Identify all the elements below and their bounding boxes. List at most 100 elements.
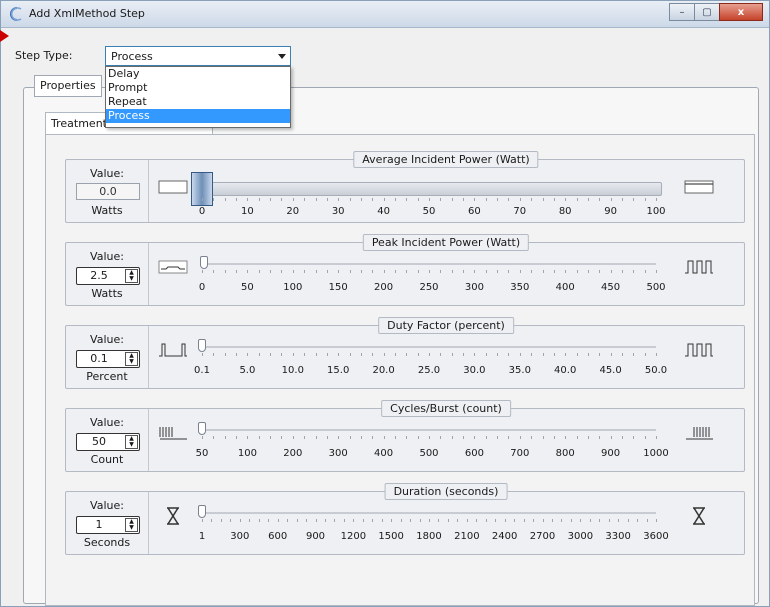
tick-mark	[429, 198, 430, 201]
tab-properties[interactable]: Properties	[34, 75, 102, 97]
spinner-arrows-icon[interactable]: ▲ ▼	[125, 518, 138, 532]
value-readonly-field: 0.0	[76, 183, 140, 200]
tick-mark	[565, 436, 567, 439]
slider-track[interactable]	[202, 512, 656, 514]
option-process[interactable]: Process	[106, 109, 290, 123]
tick-label: 500	[646, 282, 666, 293]
slider-track[interactable]	[198, 182, 662, 196]
value-spinner[interactable]: 2.5 ▲ ▼	[76, 267, 140, 285]
tick-label: 1	[198, 531, 206, 542]
tick-mark	[553, 353, 555, 356]
tick-label: 100	[646, 206, 666, 217]
value-text: 50	[92, 435, 106, 448]
tick-mark	[618, 519, 620, 522]
step-type-label: Step Type:	[15, 49, 73, 62]
tick-mark	[372, 270, 374, 273]
tick-label: 300	[464, 282, 484, 293]
spinner-arrows-icon[interactable]: ▲ ▼	[125, 269, 138, 283]
tick-mark	[292, 198, 294, 201]
tick-mark	[230, 519, 232, 522]
tick-mark	[485, 198, 487, 201]
tick-label: 30	[331, 206, 345, 217]
spinner-arrows-icon[interactable]: ▲ ▼	[125, 352, 138, 366]
tick-mark	[213, 353, 215, 356]
tick-mark	[440, 353, 442, 356]
tick-label: 0	[198, 282, 206, 293]
tick-mark	[372, 436, 374, 439]
spinner-arrows-icon[interactable]: ▲ ▼	[125, 435, 138, 449]
tick-mark	[258, 270, 260, 273]
tick-mark	[372, 519, 374, 522]
tick-mark	[542, 436, 544, 439]
tick-mark	[249, 519, 251, 522]
tick-mark	[372, 353, 374, 356]
tick-mark	[485, 519, 487, 522]
close-button[interactable]: x	[719, 3, 763, 21]
option-delay[interactable]: Delay	[106, 67, 290, 81]
maximize-button[interactable]: ▢	[694, 3, 720, 21]
tick-mark	[497, 436, 499, 439]
tick-mark	[236, 436, 238, 439]
tick-mark	[485, 270, 487, 273]
tick-mark	[324, 519, 326, 522]
tick-mark	[608, 519, 610, 522]
tick-label: 100	[237, 448, 257, 459]
slider-thumb[interactable]	[198, 339, 206, 352]
slider-thumb[interactable]	[198, 505, 206, 518]
value-spinner[interactable]: 1 ▲ ▼	[76, 516, 140, 534]
tick-mark	[429, 436, 430, 439]
step-type-select[interactable]: Process	[105, 46, 291, 66]
value-spinner[interactable]: 0.1 ▲ ▼	[76, 350, 140, 368]
value-box: Value: 0.0 Watts	[66, 160, 149, 222]
panel-title: Duration (seconds)	[384, 483, 508, 500]
tick-mark	[247, 436, 249, 439]
slider-track[interactable]	[202, 429, 656, 431]
tick-mark	[410, 519, 412, 522]
tick-mark	[258, 519, 260, 522]
tick-mark	[497, 198, 499, 201]
panel-title: Average Incident Power (Watt)	[353, 151, 539, 168]
option-repeat[interactable]: Repeat	[106, 95, 290, 109]
slider-ticks	[202, 353, 657, 356]
tick-mark	[383, 353, 385, 356]
tick-mark	[202, 353, 203, 356]
tick-mark	[220, 519, 222, 522]
slider-track[interactable]	[202, 263, 656, 265]
tick-mark	[281, 436, 283, 439]
title-bar[interactable]: Add XmlMethod Step – ▢ x	[1, 1, 769, 28]
value-spinner[interactable]: 50 ▲ ▼	[76, 433, 140, 451]
tick-mark	[656, 353, 657, 356]
option-prompt[interactable]: Prompt	[106, 81, 290, 95]
value-box: Value: 1 ▲ ▼ Seconds	[66, 492, 149, 554]
tick-label: 60	[468, 206, 481, 217]
slider-panel: Value: 0.0 Watts Average Incident Power (Wa…	[65, 151, 745, 223]
tick-mark	[627, 519, 629, 522]
tick-mark	[599, 436, 601, 439]
slider-thumb[interactable]	[198, 422, 206, 435]
tick-label: 250	[419, 282, 439, 293]
tick-label: 700	[510, 448, 530, 459]
tick-mark	[202, 519, 203, 522]
tick-mark	[644, 270, 646, 273]
tick-mark	[508, 353, 510, 356]
tick-label: 400	[555, 282, 575, 293]
tick-label: 0	[198, 206, 206, 217]
tick-mark	[587, 270, 589, 273]
slider-tick-labels: 50 100 200 300 400 500 600 700 800 900 1000	[196, 448, 669, 460]
tick-mark	[315, 270, 317, 273]
minimize-button[interactable]: –	[669, 3, 695, 21]
value-box: Value: 0.1 ▲ ▼ Percent	[66, 326, 149, 388]
tick-mark	[553, 198, 555, 201]
slider-track[interactable]	[202, 346, 656, 348]
slider-thumb[interactable]	[200, 256, 209, 269]
tick-label: 600	[464, 448, 484, 459]
slider-tick-labels: 0 50 100 150 200 250 300 350 400 450 500	[198, 282, 666, 294]
tick-mark	[247, 270, 249, 273]
tick-mark	[519, 436, 521, 439]
tick-mark	[326, 353, 328, 356]
value-unit: Seconds	[83, 536, 131, 549]
slider-ticks	[202, 270, 657, 273]
tick-mark	[533, 519, 535, 522]
tick-label: 70	[513, 206, 527, 217]
tick-mark	[247, 198, 249, 201]
